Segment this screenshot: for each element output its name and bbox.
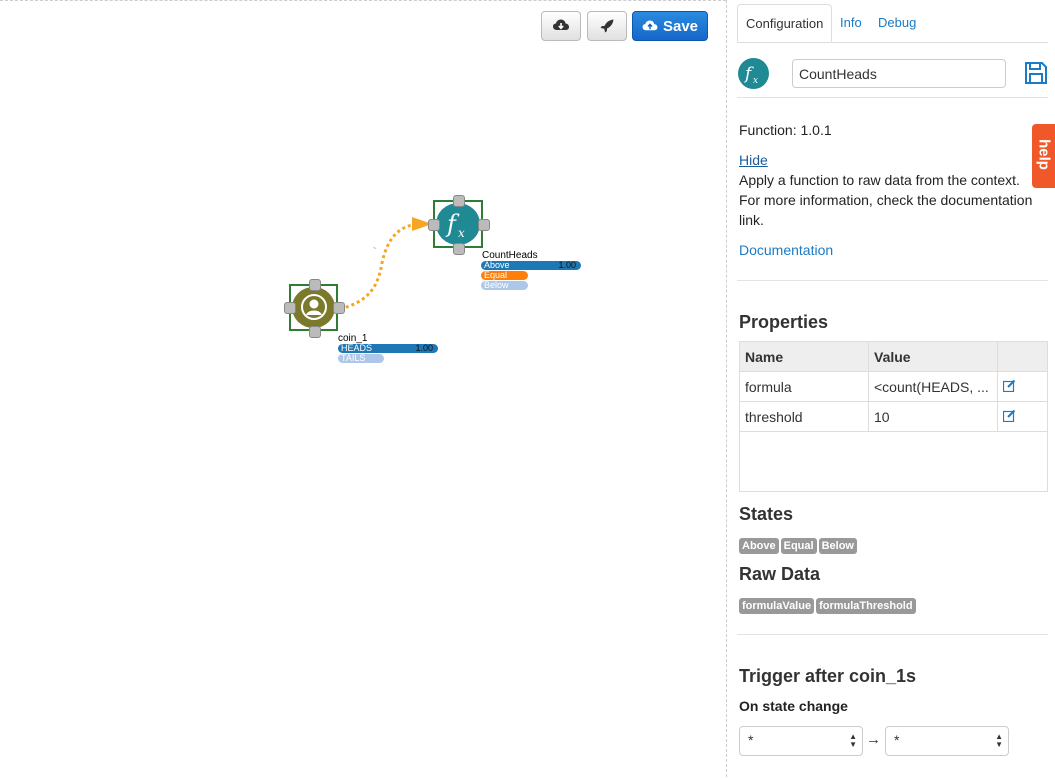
config-panel: Configuration Info Debug f x Function: 1… bbox=[726, 0, 1055, 777]
divider bbox=[737, 280, 1048, 281]
port-handle[interactable] bbox=[309, 279, 321, 291]
raw-data-title: Raw Data bbox=[739, 564, 821, 584]
to-state-select[interactable]: * ▲ ▼ bbox=[885, 726, 1009, 756]
select-value: * bbox=[894, 732, 900, 748]
edit-cell bbox=[997, 401, 1048, 432]
edit-cell bbox=[997, 371, 1048, 402]
floppy-save-icon[interactable] bbox=[1024, 61, 1048, 85]
port-handle[interactable] bbox=[309, 326, 321, 338]
state-value: 1.00 bbox=[415, 343, 433, 353]
state-badge: Equal bbox=[780, 538, 817, 554]
function-description: Apply a function to raw data from the co… bbox=[739, 172, 1033, 228]
port-handle[interactable] bbox=[284, 302, 296, 314]
divider bbox=[737, 97, 1048, 98]
raw-data-badge: formulaValue bbox=[739, 598, 815, 614]
states-badges: Above Equal Below bbox=[739, 536, 859, 554]
flow-node-countheads[interactable]: f x bbox=[433, 200, 483, 248]
state-label: Above bbox=[484, 260, 510, 270]
table-empty-row bbox=[739, 431, 1048, 492]
property-value: <count(HEADS, ... bbox=[868, 371, 998, 402]
help-tab-label: help bbox=[1035, 139, 1053, 170]
column-header: Name bbox=[739, 341, 869, 372]
table-row: formula <count(HEADS, ... bbox=[739, 371, 1048, 402]
function-icon: f x bbox=[743, 64, 758, 86]
node-type-avatar: f x bbox=[738, 58, 769, 89]
port-handle[interactable] bbox=[333, 302, 345, 314]
from-state-select[interactable]: * ▲ ▼ bbox=[739, 726, 863, 756]
edit-icon[interactable] bbox=[1002, 409, 1016, 422]
column-header: Value bbox=[868, 341, 998, 372]
select-arrows-icon: ▲ ▼ bbox=[849, 732, 857, 749]
select-value: * bbox=[748, 732, 754, 748]
divider bbox=[737, 634, 1048, 635]
property-value: 10 bbox=[868, 401, 998, 432]
node-name-input[interactable] bbox=[792, 59, 1006, 88]
flow-link[interactable]: ~ bbox=[0, 1, 726, 778]
trigger-subtitle: On state change bbox=[739, 698, 848, 714]
svg-text:x: x bbox=[458, 226, 465, 240]
column-header-actions bbox=[997, 341, 1048, 372]
function-icon: f x bbox=[445, 210, 465, 240]
properties-table: Name Value formula <count(HEADS, ... thr… bbox=[739, 341, 1048, 492]
port-handle[interactable] bbox=[428, 219, 440, 231]
state-bar-heads[interactable]: HEADS 1.00 bbox=[338, 344, 438, 353]
state-bar-equal[interactable]: Equal bbox=[481, 271, 528, 280]
state-badge: Below bbox=[818, 538, 857, 554]
state-label: Below bbox=[484, 280, 509, 290]
state-label: TAILS bbox=[341, 353, 366, 363]
state-label: Equal bbox=[484, 270, 508, 280]
flow-node-coin[interactable] bbox=[289, 284, 338, 331]
states-title: States bbox=[739, 504, 794, 524]
state-bar-below[interactable]: Below bbox=[481, 281, 528, 290]
state-label: HEADS bbox=[341, 343, 373, 353]
panel-tabs: Configuration Info Debug bbox=[737, 4, 1048, 43]
port-handle[interactable] bbox=[478, 219, 490, 231]
port-handle[interactable] bbox=[453, 195, 465, 207]
svg-text:x: x bbox=[753, 76, 758, 86]
state-badge: Above bbox=[739, 538, 779, 554]
transition-arrow: → bbox=[866, 731, 881, 748]
state-bar-tails[interactable]: TAILS bbox=[338, 354, 384, 363]
raw-data-badge: formulaThreshold bbox=[816, 598, 916, 614]
state-value: 1.00 bbox=[558, 260, 576, 270]
edit-icon[interactable] bbox=[1002, 379, 1016, 392]
person-icon bbox=[301, 294, 327, 320]
flow-canvas[interactable]: Save ~ coin_1 HEADS 1.00 TAILS f x Count… bbox=[0, 0, 726, 777]
tab-configuration[interactable]: Configuration bbox=[737, 4, 833, 42]
table-header-row: Name Value bbox=[739, 341, 1048, 372]
raw-data-badges: formulaValue formulaThreshold bbox=[739, 596, 918, 614]
help-tab[interactable]: help bbox=[1032, 124, 1055, 188]
properties-title: Properties bbox=[739, 312, 829, 332]
hide-link[interactable]: Hide bbox=[739, 150, 768, 170]
table-row: threshold 10 bbox=[739, 401, 1048, 432]
property-name: formula bbox=[739, 371, 869, 402]
state-bar-above[interactable]: Above 1.00 bbox=[481, 261, 581, 270]
property-name: threshold bbox=[739, 401, 869, 432]
tab-info[interactable]: Info bbox=[840, 4, 862, 42]
tab-debug[interactable]: Debug bbox=[878, 4, 916, 42]
svg-text:~: ~ bbox=[373, 246, 377, 252]
trigger-title: Trigger after coin_1s bbox=[739, 666, 917, 686]
function-version: Function: 1.0.1 bbox=[739, 122, 832, 138]
documentation-link[interactable]: Documentation bbox=[739, 240, 833, 260]
port-handle[interactable] bbox=[453, 243, 465, 255]
select-arrows-icon: ▲ ▼ bbox=[995, 732, 1003, 749]
